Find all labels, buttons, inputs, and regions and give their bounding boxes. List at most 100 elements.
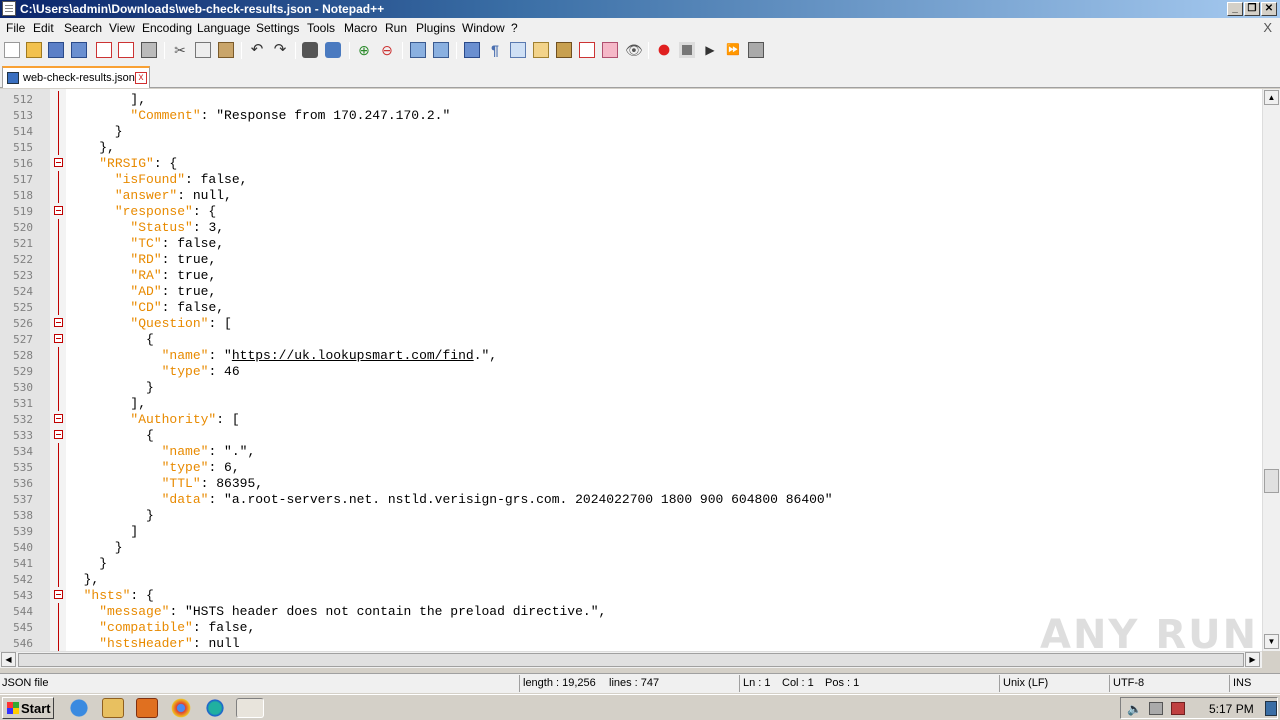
- menu-view[interactable]: View: [109, 21, 135, 35]
- scroll-up-arrow-icon[interactable]: ▲: [1264, 90, 1279, 105]
- volume-icon[interactable]: 🔈: [1127, 702, 1142, 716]
- word-wrap-icon[interactable]: [464, 42, 480, 58]
- fold-toggle-icon[interactable]: [54, 206, 63, 215]
- save-macro-icon[interactable]: [748, 42, 764, 58]
- line-number: 537: [13, 493, 33, 506]
- fold-line: [58, 187, 59, 203]
- menu-file[interactable]: File: [6, 21, 25, 35]
- json-text: }: [68, 556, 108, 571]
- sync-vertical-icon[interactable]: [410, 42, 426, 58]
- line-number: 527: [13, 333, 33, 346]
- play-macro-icon[interactable]: ▶: [702, 42, 718, 58]
- save-all-icon[interactable]: [71, 42, 87, 58]
- new-file-icon[interactable]: [4, 42, 20, 58]
- scroll-left-arrow-icon[interactable]: ◀: [1, 652, 16, 667]
- json-text: [68, 204, 115, 219]
- code-text: "Status": 3,: [68, 220, 224, 235]
- print-icon[interactable]: [141, 42, 157, 58]
- minimize-button[interactable]: _: [1227, 2, 1243, 16]
- code-line: 523 "RA": true,: [0, 267, 1262, 283]
- file-explorer-icon[interactable]: [102, 698, 124, 718]
- fold-line: [58, 171, 59, 187]
- record-macro-icon[interactable]: [656, 42, 672, 58]
- tab-close-icon[interactable]: x: [135, 72, 147, 84]
- action-center-icon[interactable]: [1171, 702, 1185, 715]
- json-text: [68, 588, 84, 603]
- fold-toggle-icon[interactable]: [54, 318, 63, 327]
- code-line: 531 ],: [0, 395, 1262, 411]
- tab-web-check-results[interactable]: web-check-results.json x: [2, 66, 150, 88]
- stop-macro-icon[interactable]: [679, 42, 695, 58]
- menu-encoding[interactable]: Encoding: [142, 21, 192, 35]
- folder-as-workspace-icon[interactable]: [602, 42, 618, 58]
- json-text: },: [68, 572, 100, 587]
- indent-guide-icon[interactable]: [510, 42, 526, 58]
- replace-icon[interactable]: [325, 42, 341, 58]
- network-icon[interactable]: [1149, 702, 1163, 715]
- menu-edit[interactable]: Edit: [33, 21, 54, 35]
- sync-horizontal-icon[interactable]: [433, 42, 449, 58]
- restore-button[interactable]: ❐: [1244, 2, 1260, 16]
- document-map-icon[interactable]: [556, 42, 572, 58]
- zoom-in-icon[interactable]: ⊕: [356, 42, 372, 58]
- paste-icon[interactable]: [218, 42, 234, 58]
- code-text: "compatible": false,: [68, 620, 255, 635]
- menu-search[interactable]: Search: [64, 21, 102, 35]
- system-tray: 🔈 5:17 PM: [1120, 697, 1278, 719]
- menu-run[interactable]: Run: [385, 21, 407, 35]
- edge-icon[interactable]: [204, 698, 226, 718]
- fold-toggle-icon[interactable]: [54, 158, 63, 167]
- undo-icon[interactable]: ↶: [249, 42, 265, 58]
- notepadpp-taskbar-button[interactable]: [236, 698, 264, 718]
- status-file-type: JSON file: [2, 677, 49, 689]
- monitoring-icon[interactable]: 👁: [625, 42, 643, 58]
- copy-icon[interactable]: [195, 42, 211, 58]
- fold-toggle-icon[interactable]: [54, 334, 63, 343]
- vertical-scrollbar[interactable]: ▲ ▼: [1262, 89, 1280, 651]
- menu-tools[interactable]: Tools: [307, 21, 335, 35]
- menu-help[interactable]: ?: [511, 21, 518, 35]
- json-text: ],: [68, 92, 147, 107]
- json-text: : "HSTS header does not contain the prel…: [169, 604, 607, 619]
- fold-toggle-icon[interactable]: [54, 590, 63, 599]
- toolbar-separator: [456, 42, 457, 59]
- json-key: "RD": [130, 252, 162, 267]
- json-key: "Authority": [130, 412, 217, 427]
- menu-plugins[interactable]: Plugins: [416, 21, 455, 35]
- function-list-icon[interactable]: [579, 42, 595, 58]
- close-button[interactable]: ✕: [1261, 2, 1277, 16]
- editor-area[interactable]: 512 ], 513 "Comment": "Response from 170.…: [0, 89, 1262, 651]
- close-document-icon[interactable]: X: [1263, 20, 1272, 35]
- status-separator: [739, 675, 740, 692]
- menu-settings[interactable]: Settings: [256, 21, 299, 35]
- find-icon[interactable]: [302, 42, 318, 58]
- close-all-icon[interactable]: [118, 42, 134, 58]
- json-key: "RA": [130, 268, 162, 283]
- media-player-icon[interactable]: [136, 698, 158, 718]
- menu-language[interactable]: Language: [197, 21, 250, 35]
- show-desktop-icon[interactable]: [1265, 701, 1277, 716]
- close-file-icon[interactable]: [96, 42, 112, 58]
- vertical-scroll-thumb[interactable]: [1264, 469, 1279, 493]
- scroll-down-arrow-icon[interactable]: ▼: [1264, 634, 1279, 649]
- zoom-out-icon[interactable]: ⊖: [379, 42, 395, 58]
- redo-icon[interactable]: ↷: [272, 42, 288, 58]
- chrome-icon[interactable]: [170, 698, 192, 718]
- menu-macro[interactable]: Macro: [344, 21, 377, 35]
- fold-toggle-icon[interactable]: [54, 414, 63, 423]
- run-macro-multiple-icon[interactable]: ⏩: [725, 42, 741, 58]
- internet-explorer-icon[interactable]: [68, 698, 90, 718]
- fold-line: [58, 459, 59, 475]
- menu-window[interactable]: Window: [462, 21, 505, 35]
- show-all-characters-icon[interactable]: ¶: [487, 42, 503, 58]
- cut-icon[interactable]: ✂: [172, 42, 188, 58]
- user-language-icon[interactable]: [533, 42, 549, 58]
- fold-toggle-icon[interactable]: [54, 430, 63, 439]
- url-link[interactable]: https://uk.lookupsmart.com/find: [232, 348, 474, 363]
- fold-line: [58, 283, 59, 299]
- save-icon[interactable]: [48, 42, 64, 58]
- start-button[interactable]: Start: [2, 697, 54, 719]
- open-file-icon[interactable]: [26, 42, 42, 58]
- toolbar-separator: [164, 42, 165, 59]
- status-bar: JSON file length : 19,256 lines : 747 Ln…: [0, 673, 1280, 693]
